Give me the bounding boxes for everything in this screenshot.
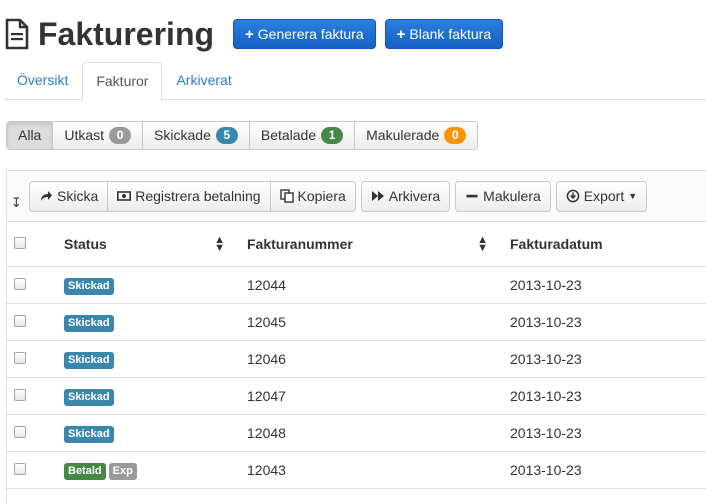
column-header-label: Fakturadatum: [510, 236, 603, 252]
copy-icon: [279, 189, 294, 203]
archive-label: Arkivera: [388, 188, 441, 204]
tab-bar: Översikt Fakturor Arkiverat: [4, 62, 706, 101]
archive-button[interactable]: Arkivera: [361, 181, 450, 211]
invoice-number[interactable]: 12046: [241, 340, 504, 378]
filter-voided-button[interactable]: Makulerade 0: [355, 122, 478, 149]
blank-invoice-button[interactable]: + Blank faktura: [384, 19, 504, 49]
invoice-table: Status ▲ ▼ Fakturanummer ▲ ▼ Fakturadatum: [7, 221, 706, 489]
tab-overview[interactable]: Översikt: [4, 62, 81, 100]
filter-drafts-label: Utkast: [64, 127, 105, 143]
tab-archived[interactable]: Arkiverat: [163, 62, 244, 100]
select-arrow-icon[interactable]: ↧: [11, 195, 29, 211]
count-badge: 0: [109, 127, 132, 144]
invoice-number[interactable]: 12048: [241, 414, 504, 452]
filter-all-button[interactable]: Alla: [7, 122, 54, 149]
row-checkbox[interactable]: [14, 389, 26, 401]
invoice-date: 2013-10-23: [504, 303, 706, 341]
page-header: Fakturering + Generera faktura + Blank f…: [4, 14, 504, 54]
column-header-label: Status: [64, 236, 107, 252]
action-toolbar: ↧ Skicka Registrera betalning Kopiera Ar…: [7, 171, 706, 221]
void-label: Makulera: [483, 188, 541, 204]
register-payment-button[interactable]: Registrera betalning: [108, 181, 271, 211]
document-icon: [5, 18, 29, 50]
export-dropdown-button[interactable]: Export ▼: [556, 181, 647, 211]
generate-invoice-button[interactable]: + Generera faktura: [233, 19, 376, 49]
column-header-status[interactable]: Status ▲ ▼: [58, 221, 241, 267]
send-button[interactable]: Skicka: [30, 181, 109, 211]
column-header-number[interactable]: Fakturanummer ▲ ▼: [241, 221, 504, 267]
invoice-table-panel: ↧ Skicka Registrera betalning Kopiera Ar…: [6, 170, 706, 504]
register-payment-label: Registrera betalning: [135, 188, 261, 204]
generate-invoice-label: Generera faktura: [257, 26, 364, 42]
count-badge: 0: [444, 127, 467, 144]
invoice-number[interactable]: 12045: [241, 303, 504, 341]
share-arrow-icon: [41, 191, 52, 201]
invoice-date: 2013-10-23: [504, 340, 706, 378]
invoice-number[interactable]: 12043: [241, 451, 504, 489]
page-title: Fakturering: [38, 16, 215, 52]
row-checkbox[interactable]: [14, 426, 26, 438]
status-badge: Skickad: [64, 277, 114, 295]
sort-icon[interactable]: ▲ ▼: [477, 235, 488, 254]
invoice-date: 2013-10-23: [504, 451, 706, 489]
status-badge: Skickad: [64, 388, 114, 406]
status-badge: Skickad: [64, 425, 114, 443]
plus-icon: +: [245, 25, 254, 43]
copy-label: Kopiera: [297, 188, 346, 204]
sort-icon[interactable]: ▲ ▼: [214, 235, 225, 254]
void-button[interactable]: Makulera: [456, 181, 550, 211]
status-badge: Skickad: [64, 314, 114, 332]
select-all-checkbox[interactable]: [14, 237, 26, 249]
row-checkbox[interactable]: [14, 315, 26, 327]
table-row[interactable]: Betald Exp 12043 2013-10-23: [7, 451, 706, 489]
download-circle-icon: [566, 189, 580, 203]
table-row[interactable]: Skickad 12048 2013-10-23: [7, 414, 706, 452]
table-row[interactable]: Skickad 12046 2013-10-23: [7, 340, 706, 378]
filter-paid-button[interactable]: Betalade 1: [249, 122, 356, 149]
select-all-cell: [7, 221, 58, 267]
invoice-date: 2013-10-23: [504, 414, 706, 452]
invoice-date: 2013-10-23: [504, 377, 706, 415]
filter-all-label: Alla: [18, 127, 42, 143]
blank-invoice-label: Blank faktura: [409, 26, 492, 42]
invoice-number[interactable]: 12047: [241, 377, 504, 415]
void-button-group: Makulera: [455, 180, 551, 212]
tab-invoices[interactable]: Fakturor: [82, 62, 163, 101]
column-header-label: Fakturanummer: [247, 236, 353, 252]
copy-button[interactable]: Kopiera: [270, 181, 355, 211]
invoice-date: 2013-10-23: [504, 266, 706, 304]
row-checkbox[interactable]: [14, 278, 26, 290]
status-badge: Skickad: [64, 351, 114, 369]
column-header-date[interactable]: Fakturadatum: [504, 221, 706, 267]
filter-sent-button[interactable]: Skickade 5: [143, 122, 250, 149]
caret-down-icon: ▼: [628, 191, 638, 201]
count-badge: 1: [321, 127, 344, 144]
filter-sent-label: Skickade: [154, 127, 211, 143]
send-label: Skicka: [57, 188, 99, 204]
filter-paid-label: Betalade: [260, 127, 317, 143]
archive-button-group: Arkivera: [360, 180, 451, 212]
export-label: Export: [583, 188, 625, 204]
plus-icon: +: [396, 25, 406, 43]
row-checkbox[interactable]: [14, 463, 26, 475]
filter-drafts-button[interactable]: Utkast 0: [53, 122, 144, 149]
table-header-row: Status ▲ ▼ Fakturanummer ▲ ▼ Fakturadatum: [7, 221, 706, 267]
action-button-group: Skicka Registrera betalning Kopiera: [29, 180, 356, 212]
table-row[interactable]: Skickad 12045 2013-10-23: [7, 303, 706, 341]
export-button-group: Export ▼: [555, 180, 648, 212]
status-filter-group: Alla Utkast 0 Skickade 5 Betalade 1 Maku…: [6, 121, 479, 150]
money-icon: [117, 191, 132, 201]
invoice-table-body: Skickad 12044 2013-10-23 Skickad 12045 2…: [7, 266, 706, 489]
fast-forward-icon: [371, 191, 384, 201]
invoice-number[interactable]: 12044: [241, 266, 504, 304]
table-row[interactable]: Skickad 12047 2013-10-23: [7, 377, 706, 415]
row-checkbox[interactable]: [14, 352, 26, 364]
table-row[interactable]: Skickad 12044 2013-10-23: [7, 266, 706, 304]
filter-voided-label: Makulerade: [366, 127, 440, 143]
exported-badge: Exp: [108, 462, 137, 480]
status-badge: Betald: [64, 462, 106, 480]
minus-icon: [466, 194, 478, 198]
count-badge: 5: [215, 127, 238, 144]
